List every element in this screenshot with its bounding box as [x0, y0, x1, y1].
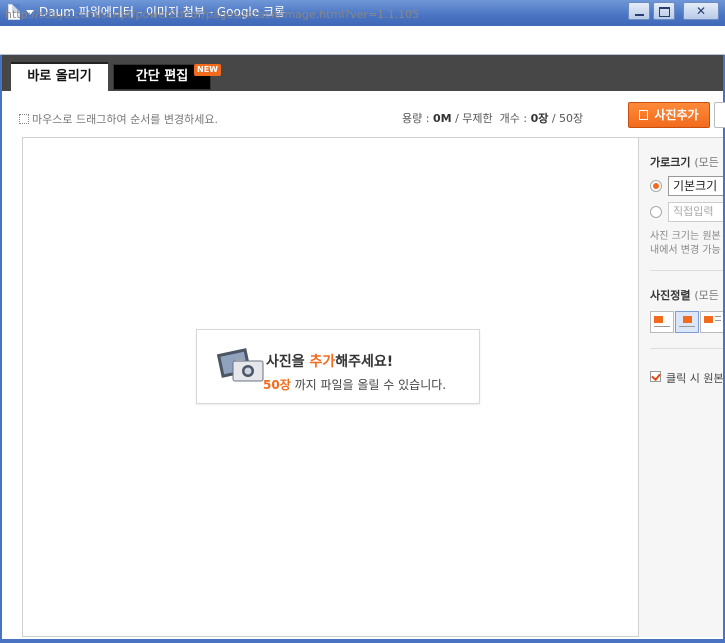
original-click-checkbox[interactable] — [650, 371, 661, 382]
drag-hint-text: 마우스로 드래그하여 순서를 변경하세요. — [32, 113, 219, 126]
options-sidebar: 가로크기 (모든 기본크기 직접입력 사진 크기는 원본내에서 변경 가능 사진… — [639, 137, 723, 637]
align-center-button[interactable] — [675, 311, 699, 333]
capacity-label: 용량 : — [402, 112, 430, 125]
empty-state-title: 사진을 추가해주세요! — [266, 351, 393, 371]
custom-size-input[interactable]: 직접입력 — [668, 202, 723, 222]
text-line-icon — [715, 320, 721, 321]
text-line-icon — [715, 316, 721, 317]
size-note-line2: 내에서 변경 가능 — [650, 245, 721, 256]
width-title-note: (모든 — [694, 156, 719, 169]
capacity-value: 0M — [432, 112, 452, 125]
size-note: 사진 크기는 원본내에서 변경 가능 — [650, 230, 723, 258]
window-frame-bottom — [0, 639, 725, 643]
photo-add-icon — [639, 110, 649, 120]
size-note-line1: 사진 크기는 원본 — [650, 231, 721, 242]
align-float-button[interactable] — [700, 311, 723, 333]
max-file-count: 50장 — [263, 378, 291, 392]
tab-bar — [2, 55, 723, 91]
original-click-label: 클릭 시 원본 — [666, 372, 723, 385]
minimize-button[interactable] — [628, 2, 650, 20]
maximize-button[interactable] — [653, 2, 675, 20]
empty-sub-text: 까지 파일을 올릴 수 있습니다. — [290, 378, 447, 392]
upload-info: 용량 : 0M / 무제한 개수 : 0장 / 50장 — [402, 110, 583, 126]
drag-select-icon — [19, 114, 29, 124]
drag-hint: 마우스로 드래그하여 순서를 변경하세요. — [19, 111, 218, 127]
photo-camera-icon — [217, 348, 264, 382]
align-title-note: (모든 — [694, 289, 719, 302]
url-bar — [0, 26, 725, 55]
radio-custom-size[interactable] — [650, 206, 662, 218]
empty-title-accent: 추가 — [309, 354, 336, 370]
empty-state-box: 사진을 추가해주세요! 50장 까지 파일을 올릴 수 있습니다. — [196, 329, 480, 404]
extra-toolbar-button[interactable] — [714, 102, 725, 128]
empty-title-prefix: 사진을 — [266, 354, 310, 370]
default-size-select[interactable]: 기본크기 — [668, 176, 723, 196]
close-icon: ✕ — [695, 4, 707, 18]
align-title: 사진정렬 (모든 — [650, 287, 719, 303]
radio-default-size[interactable] — [650, 180, 662, 192]
count-value: 0장 — [530, 112, 549, 125]
window-frame-left — [0, 55, 2, 643]
add-photo-label: 사진추가 — [654, 108, 699, 122]
align-left-icon — [654, 316, 663, 323]
count-label: 개수 : — [499, 112, 528, 125]
empty-title-suffix: 해주세요! — [335, 354, 394, 370]
new-badge: NEW — [194, 64, 221, 76]
width-title: 가로크기 (모든 — [650, 154, 719, 170]
capacity-limit: / 무제한 — [455, 112, 493, 125]
align-center-icon — [683, 316, 692, 323]
empty-state-subtitle: 50장 까지 파일을 올릴 수 있습니다. — [263, 376, 446, 393]
close-button[interactable]: ✕ — [683, 2, 719, 20]
align-title-text: 사진정렬 — [650, 289, 691, 302]
divider — [650, 348, 723, 349]
divider — [650, 270, 723, 271]
tab-direct-upload[interactable]: 바로 올리기 — [11, 62, 108, 91]
align-left-button[interactable] — [650, 311, 674, 333]
text-line-icon — [654, 326, 670, 327]
count-max: / 50장 — [551, 112, 584, 125]
width-title-text: 가로크기 — [650, 156, 691, 169]
add-photo-button[interactable]: 사진추가 — [628, 102, 710, 128]
text-line-icon — [679, 326, 695, 327]
align-float-icon — [704, 316, 713, 323]
photo-drop-zone[interactable]: 사진을 추가해주세요! 50장 까지 파일을 올릴 수 있습니다. — [22, 137, 639, 637]
url-text: http://sdayz.com/script/powerEditor/page… — [5, 8, 420, 21]
